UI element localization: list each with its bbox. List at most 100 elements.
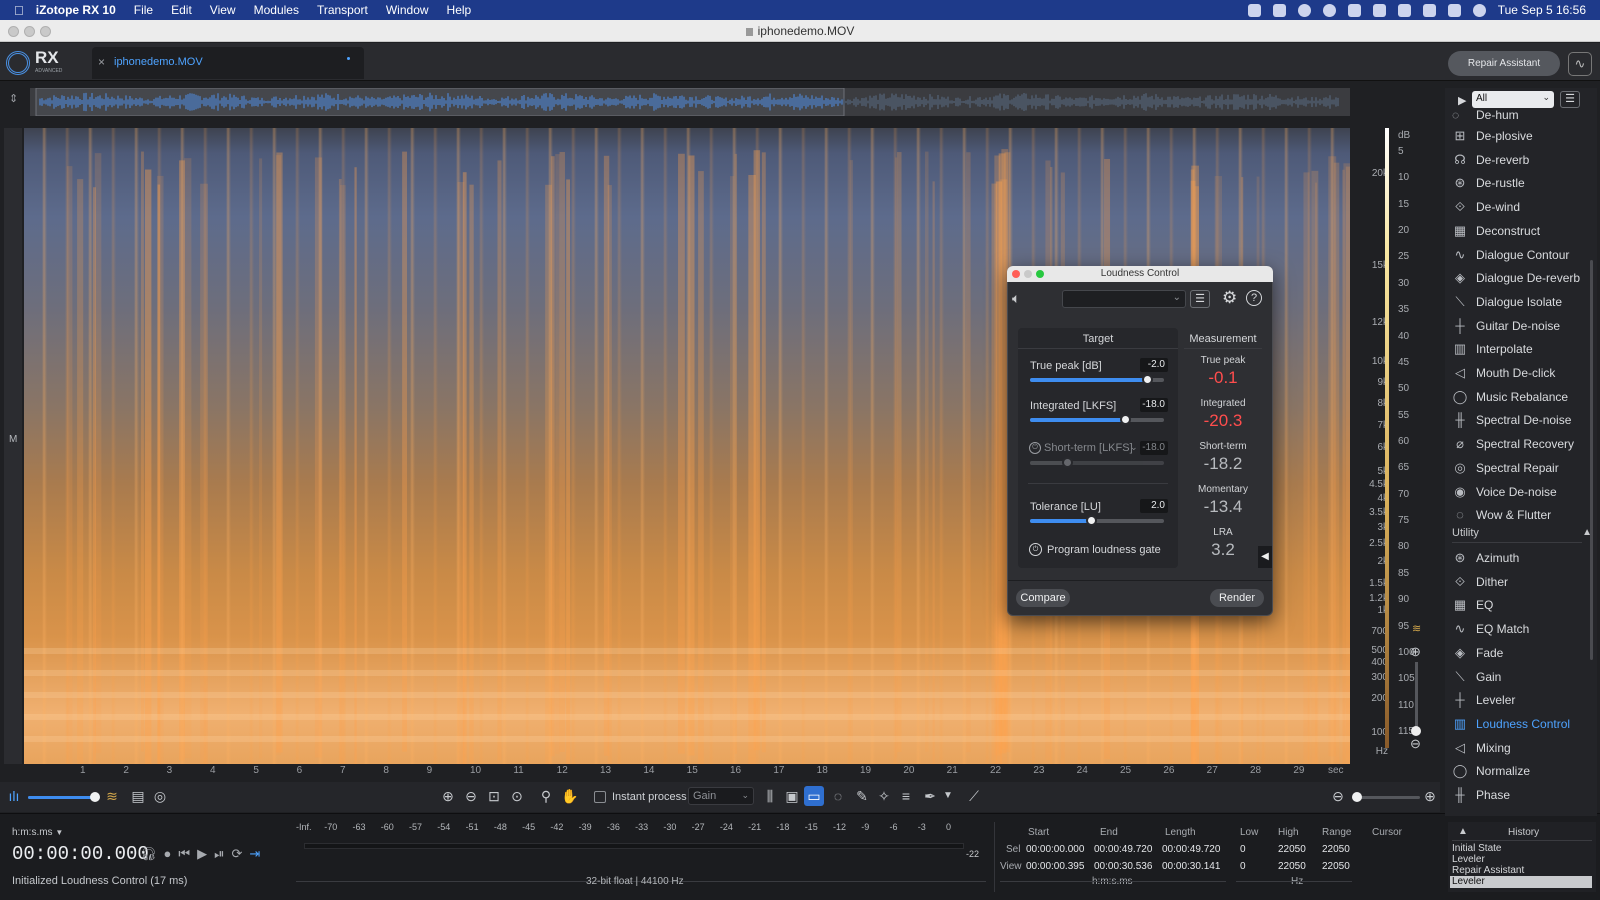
history-item-current[interactable]: Leveler [1450,876,1592,888]
spotlight-search-icon[interactable] [1422,3,1436,17]
instant-process-checkbox[interactable] [594,791,606,803]
module-item-guitar-de-noise[interactable]: ┼ Guitar De-noise [1452,316,1592,336]
keyboard-input-icon[interactable] [1397,3,1411,17]
module-item-spectral-recovery[interactable]: ⌀ Spectral Recovery [1452,434,1592,454]
play-icon[interactable]: ▶︎ [197,846,207,862]
headphones-icon[interactable] [1347,3,1361,17]
dialog-minimize-button[interactable] [1024,270,1032,278]
dialog-close-button[interactable] [1012,270,1020,278]
menu-edit[interactable]: Edit [171,3,192,17]
loop-icon[interactable]: ⟳ [231,846,242,862]
spectrogram-settings-icon[interactable]: ▤ [128,786,148,806]
instant-playback-icon[interactable]: ⇥ [249,846,260,862]
close-window-button[interactable] [8,26,19,37]
true-peak-input[interactable]: -2.0 [1140,358,1168,372]
waveform-overview[interactable] [30,87,1350,117]
record-icon[interactable]: ● [164,846,172,862]
view-high[interactable]: 22050 [1278,861,1306,872]
module-play-icon[interactable]: ▶ [1458,94,1466,107]
zoom-in-vertical-icon[interactable]: ⊕ [1410,644,1421,660]
spectrogram-blend-slider[interactable] [28,792,100,802]
view-start[interactable]: 00:00:00.395 [1026,861,1084,872]
module-item-de-reverb[interactable]: ☊ De-reverb [1452,150,1592,170]
bluetooth-icon[interactable] [1372,3,1386,17]
db-axis[interactable]: dB 5 10 15 20 25 30 35 40 45 50 55 60 65 70 75 80 85 90 95 1… [1390,128,1438,764]
lasso-icon[interactable]: ◌ [828,786,848,806]
vertical-zoom-knob[interactable] [1411,726,1421,736]
module-item-music-rebalance[interactable]: ◯ Music Rebalance [1452,387,1592,407]
minimize-window-button[interactable] [24,26,35,37]
headphones-icon[interactable]: 🎧︎ [140,846,157,862]
sel-start[interactable]: 00:00:00.000 [1026,844,1084,855]
frequency-axis[interactable]: 20k 15k 12k 10k 9k 8k 7k 6k 5k 4.5k 4k 3.5k 3k 2.5k 2k… [1350,128,1390,764]
play-selection-icon[interactable]: ⏯︎ [214,846,224,862]
spectral-pitch-icon[interactable]: ≋ [1412,622,1421,635]
short-term-slider[interactable] [1030,457,1164,468]
utility-item-eq-match[interactable]: ∿ EQ Match [1452,619,1592,639]
utility-item-mixing[interactable]: ◁ Mixing [1452,738,1592,758]
module-item-de-hum[interactable]: ◌ De-hum [1452,110,1519,120]
view-low[interactable]: 0 [1240,861,1246,872]
utility-item-dither[interactable]: ⟐ Dither [1452,572,1592,592]
zoom-out-vertical-icon[interactable]: ⊖ [1410,736,1421,752]
true-peak-slider[interactable] [1030,374,1164,385]
rewind-icon[interactable]: ⏮︎ [178,846,190,862]
instant-process-mode-select[interactable]: Gain ⌄ [688,787,754,805]
settings-gear-icon[interactable]: ⚙︎ [1222,288,1237,308]
tolerance-input[interactable]: 2.0 [1140,499,1168,513]
utility-item-leveler[interactable]: ┼ Leveler [1452,690,1592,710]
module-item-spectral-repair[interactable]: ◎ Spectral Repair [1452,458,1592,478]
module-item-mouth-de-click[interactable]: ◁ Mouth De-click [1452,363,1592,383]
zoom-tool-icon[interactable]: ⚲ [536,786,556,806]
module-list-menu-icon[interactable]: ☰ [1560,91,1580,108]
chevron-down-icon[interactable]: ⌄ [1130,442,1138,453]
module-item-spectral-de-noise[interactable]: ╫ Spectral De-noise [1452,410,1592,430]
sel-end[interactable]: 00:00:49.720 [1094,844,1152,855]
play-circle-icon[interactable] [1322,3,1336,17]
zoom-selection-icon[interactable]: ⊡ [484,786,504,806]
menu-clock[interactable]: Tue Sep 5 16:56 [1498,3,1586,17]
help-icon[interactable]: ? [1246,290,1262,306]
view-length[interactable]: 00:00:30.141 [1162,861,1220,872]
menu-modules[interactable]: Modules [254,3,299,17]
time-axis[interactable]: 1 2 3 4 5 6 7 8 9 10 11 12 13 14 15 16 17 18 19 20 21 22 23 24 2… [24,764,1350,780]
waveform-graph-icon[interactable]: ∿ [1568,52,1592,76]
spectrogram-view-icon[interactable]: ≋ [102,786,122,806]
utility-item-loudness-control[interactable]: ▥ Loudness Control [1452,714,1592,734]
module-item-interpolate[interactable]: ▥ Interpolate [1452,339,1592,359]
gate-power-icon[interactable]: ⏻ [1029,543,1042,556]
module-item-voice-de-noise[interactable]: ◉ Voice De-noise [1452,482,1592,502]
speaker-icon[interactable]: 🔈︎ [1012,290,1020,307]
tolerance-knob[interactable] [1085,515,1097,526]
close-tab-icon[interactable]: × [98,55,105,69]
fade-curve-icon[interactable]: ⟋ [964,786,984,806]
true-peak-knob[interactable] [1141,374,1153,385]
utility-item-gain[interactable]: ⟍ Gain [1452,667,1592,687]
sel-low[interactable]: 0 [1240,844,1246,855]
markers-icon[interactable]: ◎ [150,786,170,806]
horizontal-zoom-knob[interactable] [1352,792,1362,802]
module-item-deconstruct[interactable]: ▦ Deconstruct [1452,221,1592,241]
menu-app-name[interactable]: iZotope RX 10 [36,3,116,17]
apple-icon[interactable]:  [14,3,24,18]
time-selection-icon[interactable]: ⫼ [760,786,780,806]
collapse-overview-icon[interactable]: ⇕ [9,92,18,105]
module-item-de-plosive[interactable]: ⊞ De-plosive [1452,126,1592,146]
module-item-de-wind[interactable]: ⟐ De-wind [1452,197,1592,217]
brush-icon[interactable]: ✎ [852,786,872,806]
horizontal-zoom-slider[interactable] [1352,792,1420,802]
module-item-de-rustle[interactable]: ⊛ De-rustle [1452,173,1592,193]
module-filter-select[interactable]: All ⌄ [1472,91,1554,108]
history-item-leveler[interactable]: Leveler [1452,854,1485,865]
module-item-dialogue-isolate[interactable]: ⟍ Dialogue Isolate [1452,292,1592,312]
utility-item-fade[interactable]: ◈ Fade [1452,643,1592,663]
file-tab[interactable]: × iphonedemo.MOV [92,47,364,79]
zoom-fit-icon[interactable]: ⊙ [507,786,527,806]
integrated-slider[interactable] [1030,414,1164,425]
blend-knob[interactable] [90,792,100,802]
module-scrollbar[interactable] [1590,260,1593,660]
menu-file[interactable]: File [134,3,153,17]
selection-tools-menu-icon[interactable]: ✒ [920,786,940,806]
module-item-dialogue-contour[interactable]: ∿ Dialogue Contour [1452,245,1592,265]
module-item-dialogue-de-reverb[interactable]: ◈ Dialogue De-reverb [1452,268,1592,288]
